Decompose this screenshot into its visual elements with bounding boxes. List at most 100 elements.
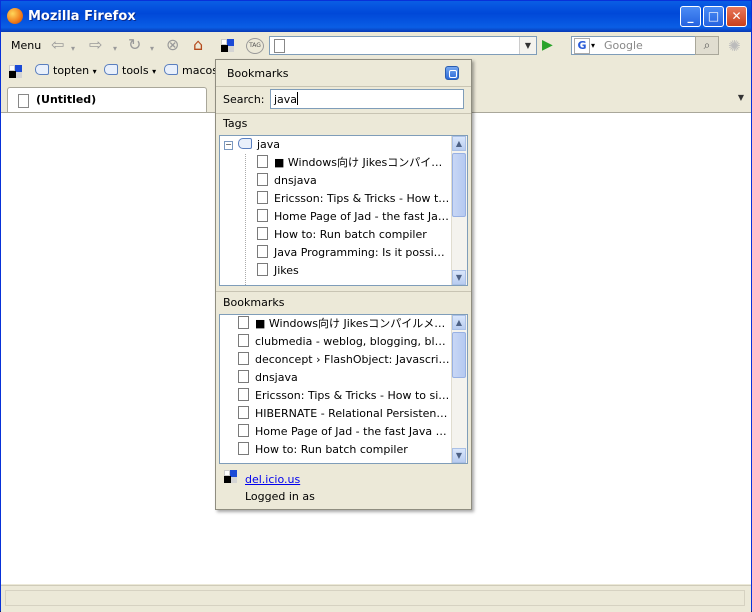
tag-button-icon[interactable]: TAG	[246, 38, 264, 54]
tag-icon	[35, 64, 49, 75]
bookmark-item[interactable]: deconcept › FlashObject: Javascript ...	[238, 351, 450, 369]
url-bar[interactable]: ▼	[269, 36, 537, 55]
delicious-logo-icon	[224, 470, 237, 483]
maximize-button[interactable]: □	[703, 6, 724, 27]
back-arrow-icon[interactable]: ⇦	[51, 37, 64, 53]
status-bar	[1, 585, 751, 612]
bookmark-item[interactable]: ■ Windows向け Jikesコンパイルメモ ■	[238, 315, 450, 333]
page-icon	[238, 352, 249, 365]
divider	[216, 86, 471, 87]
search-placeholder: Google	[604, 39, 643, 52]
go-arrow-icon[interactable]: ▶	[542, 37, 558, 53]
page-icon	[257, 245, 268, 258]
tag-icon	[104, 64, 118, 75]
throbber-icon: ✺	[728, 37, 741, 55]
page-icon	[18, 94, 29, 108]
page-icon	[257, 227, 268, 240]
tag-item[interactable]: ■ Windows向け Jikesコンパイルメ...	[257, 154, 451, 172]
navigation-toolbar: Menu ⇦ ▾ ⇨ ▾ ↻ ▾ ⊗ ⌂ TAG ▼ ▶ G ▾ Google …	[1, 32, 751, 59]
page-icon	[257, 263, 268, 276]
page-icon	[238, 406, 249, 419]
browser-window: Mozilla Firefox _ □ ✕ Menu ⇦ ▾ ⇨ ▾ ↻ ▾ ⊗…	[0, 0, 752, 612]
collapse-icon[interactable]: −	[224, 141, 233, 150]
bookmark-folder-topten[interactable]: topten ▾	[35, 64, 97, 77]
bookmark-item[interactable]: Ericsson: Tips & Tricks - How to sign a.…	[238, 387, 450, 405]
bookmark-item[interactable]: dnsjava	[238, 369, 450, 387]
popup-search-input[interactable]: java	[270, 89, 464, 109]
page-icon	[238, 442, 249, 455]
search-label: Search:	[223, 93, 265, 106]
tags-section-label: Tags	[223, 117, 248, 130]
tree-guide-line	[245, 154, 246, 285]
tag-item[interactable]: dnsjava	[257, 172, 451, 190]
reload-icon[interactable]: ↻	[128, 37, 141, 53]
url-dropdown-icon[interactable]: ▼	[519, 37, 536, 54]
tab-label: (Untitled)	[36, 93, 97, 106]
forward-arrow-icon[interactable]: ⇨	[89, 37, 102, 53]
stop-icon[interactable]: ⊗	[166, 37, 179, 53]
scroll-thumb[interactable]	[452, 332, 466, 378]
tag-item[interactable]: How to: Run batch compiler	[257, 226, 451, 244]
engine-dropdown-icon[interactable]: ▾	[591, 37, 595, 54]
tag-item[interactable]: Ericsson: Tips & Tricks - How to si...	[257, 190, 451, 208]
page-icon	[238, 316, 249, 329]
page-icon	[257, 209, 268, 222]
status-cell	[5, 590, 745, 606]
tab-untitled[interactable]: (Untitled)	[7, 87, 207, 112]
tag-icon	[238, 138, 252, 149]
bookmarks-popup: Bookmarks Search: java Tags − java ■ Win…	[215, 59, 472, 510]
dropdown-icon: ▾	[152, 67, 157, 76]
dropdown-icon: ▾	[92, 67, 97, 76]
page-icon	[238, 334, 249, 347]
scroll-up-icon[interactable]: ▲	[452, 136, 466, 151]
popup-options-icon[interactable]	[445, 66, 459, 80]
page-icon	[257, 191, 268, 204]
scroll-down-icon[interactable]: ▼	[452, 448, 466, 463]
page-icon	[238, 388, 249, 401]
page-icon	[257, 173, 268, 186]
close-button[interactable]: ✕	[726, 6, 747, 27]
google-engine-icon[interactable]: G	[574, 38, 590, 54]
scroll-down-icon[interactable]: ▼	[452, 270, 466, 285]
bookmark-item[interactable]: Home Page of Jad - the fast Java de...	[238, 423, 450, 441]
tags-scrollbar[interactable]: ▲ ▼	[451, 136, 467, 285]
window-title: Mozilla Firefox	[28, 9, 136, 24]
delicious-bookmarks-icon[interactable]	[9, 65, 22, 78]
search-magnifier-icon[interactable]: ⌕	[695, 36, 719, 55]
page-icon	[238, 424, 249, 437]
tag-row-java[interactable]: java	[238, 136, 438, 154]
bookmarks-section-label: Bookmarks	[223, 296, 285, 309]
bookmark-item[interactable]: How to: Run batch compiler	[238, 441, 450, 459]
forward-dropdown-icon[interactable]: ▾	[113, 41, 117, 57]
popup-title: Bookmarks	[227, 67, 289, 80]
tag-item[interactable]: Java Programming: Is it possible t...	[257, 244, 451, 262]
scroll-thumb[interactable]	[452, 153, 466, 217]
delicious-icon[interactable]	[221, 39, 234, 52]
tag-icon	[164, 64, 178, 75]
home-icon[interactable]: ⌂	[193, 37, 203, 53]
bookmarks-list[interactable]: ■ Windows向け Jikesコンパイルメモ ■ clubmedia - w…	[219, 314, 468, 464]
title-bar: Mozilla Firefox _ □ ✕	[1, 1, 751, 32]
reload-dropdown-icon[interactable]: ▾	[150, 41, 154, 57]
login-status: Logged in as	[245, 490, 315, 503]
divider	[216, 291, 471, 292]
page-icon	[238, 370, 249, 383]
page-icon	[274, 39, 285, 53]
bookmarks-scrollbar[interactable]: ▲ ▼	[451, 315, 467, 463]
back-dropdown-icon[interactable]: ▾	[71, 41, 75, 57]
delicious-link[interactable]: del.icio.us	[245, 473, 300, 486]
tag-item[interactable]: Home Page of Jad - the fast Java...	[257, 208, 451, 226]
menu-button[interactable]: Menu	[11, 39, 41, 52]
scroll-up-icon[interactable]: ▲	[452, 315, 466, 330]
tag-item[interactable]: Jikes	[257, 262, 451, 280]
firefox-logo-icon	[7, 8, 23, 24]
tags-tree[interactable]: − java ■ Windows向け Jikesコンパイルメ... dnsjav…	[219, 135, 468, 286]
tab-list-dropdown-icon[interactable]: ▼	[734, 89, 748, 107]
bookmark-item[interactable]: HIBERNATE - Relational Persistence f...	[238, 405, 450, 423]
bookmark-folder-macos[interactable]: macos	[164, 64, 218, 77]
bookmark-item[interactable]: clubmedia - weblog, blogging, blog so...	[238, 333, 450, 351]
bookmark-folder-tools[interactable]: tools ▾	[104, 64, 156, 77]
page-icon	[257, 155, 268, 168]
divider	[216, 113, 471, 114]
minimize-button[interactable]: _	[680, 6, 701, 27]
